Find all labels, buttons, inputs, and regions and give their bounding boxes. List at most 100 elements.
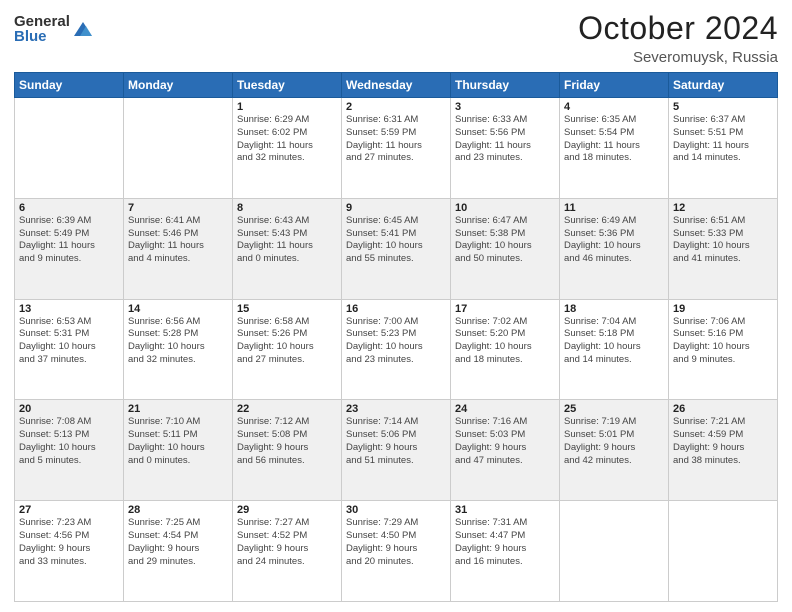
day-info: Sunrise: 7:02 AMSunset: 5:20 PMDaylight:… — [455, 316, 555, 367]
calendar-cell: 23Sunrise: 7:14 AMSunset: 5:06 PMDayligh… — [342, 400, 451, 501]
day-number: 10 — [455, 202, 555, 214]
day-number: 5 — [673, 101, 773, 113]
calendar-cell — [560, 501, 669, 602]
day-info: Sunrise: 6:39 AMSunset: 5:49 PMDaylight:… — [19, 215, 119, 266]
day-info: Sunrise: 6:43 AMSunset: 5:43 PMDaylight:… — [237, 215, 337, 266]
day-info: Sunrise: 6:35 AMSunset: 5:54 PMDaylight:… — [564, 114, 664, 165]
calendar-cell: 30Sunrise: 7:29 AMSunset: 4:50 PMDayligh… — [342, 501, 451, 602]
day-number: 28 — [128, 504, 228, 516]
day-number: 1 — [237, 101, 337, 113]
calendar-cell: 8Sunrise: 6:43 AMSunset: 5:43 PMDaylight… — [233, 198, 342, 299]
day-number: 3 — [455, 101, 555, 113]
day-number: 6 — [19, 202, 119, 214]
day-number: 19 — [673, 303, 773, 315]
logo: General Blue — [14, 14, 94, 44]
calendar-cell: 5Sunrise: 6:37 AMSunset: 5:51 PMDaylight… — [669, 98, 778, 199]
calendar-header-sunday: Sunday — [15, 73, 124, 98]
day-number: 13 — [19, 303, 119, 315]
day-info: Sunrise: 6:58 AMSunset: 5:26 PMDaylight:… — [237, 316, 337, 367]
calendar-header-wednesday: Wednesday — [342, 73, 451, 98]
calendar-cell: 2Sunrise: 6:31 AMSunset: 5:59 PMDaylight… — [342, 98, 451, 199]
calendar-cell: 24Sunrise: 7:16 AMSunset: 5:03 PMDayligh… — [451, 400, 560, 501]
day-number: 2 — [346, 101, 446, 113]
calendar: SundayMondayTuesdayWednesdayThursdayFrid… — [14, 72, 778, 602]
logo-blue: Blue — [14, 29, 70, 44]
day-info: Sunrise: 7:08 AMSunset: 5:13 PMDaylight:… — [19, 416, 119, 467]
day-number: 24 — [455, 403, 555, 415]
calendar-cell: 11Sunrise: 6:49 AMSunset: 5:36 PMDayligh… — [560, 198, 669, 299]
calendar-cell: 27Sunrise: 7:23 AMSunset: 4:56 PMDayligh… — [15, 501, 124, 602]
day-number: 4 — [564, 101, 664, 113]
day-number: 9 — [346, 202, 446, 214]
day-number: 20 — [19, 403, 119, 415]
day-info: Sunrise: 7:00 AMSunset: 5:23 PMDaylight:… — [346, 316, 446, 367]
calendar-cell: 4Sunrise: 6:35 AMSunset: 5:54 PMDaylight… — [560, 98, 669, 199]
calendar-cell: 29Sunrise: 7:27 AMSunset: 4:52 PMDayligh… — [233, 501, 342, 602]
location: Severomuysk, Russia — [578, 49, 778, 66]
calendar-cell: 25Sunrise: 7:19 AMSunset: 5:01 PMDayligh… — [560, 400, 669, 501]
calendar-cell: 31Sunrise: 7:31 AMSunset: 4:47 PMDayligh… — [451, 501, 560, 602]
calendar-cell: 7Sunrise: 6:41 AMSunset: 5:46 PMDaylight… — [124, 198, 233, 299]
calendar-cell: 14Sunrise: 6:56 AMSunset: 5:28 PMDayligh… — [124, 299, 233, 400]
day-info: Sunrise: 7:25 AMSunset: 4:54 PMDaylight:… — [128, 517, 228, 568]
calendar-header-tuesday: Tuesday — [233, 73, 342, 98]
calendar-cell: 1Sunrise: 6:29 AMSunset: 6:02 PMDaylight… — [233, 98, 342, 199]
day-info: Sunrise: 6:47 AMSunset: 5:38 PMDaylight:… — [455, 215, 555, 266]
day-info: Sunrise: 6:49 AMSunset: 5:36 PMDaylight:… — [564, 215, 664, 266]
calendar-cell: 3Sunrise: 6:33 AMSunset: 5:56 PMDaylight… — [451, 98, 560, 199]
calendar-week-3: 13Sunrise: 6:53 AMSunset: 5:31 PMDayligh… — [15, 299, 778, 400]
day-number: 22 — [237, 403, 337, 415]
calendar-cell: 21Sunrise: 7:10 AMSunset: 5:11 PMDayligh… — [124, 400, 233, 501]
title-area: October 2024 Severomuysk, Russia — [578, 10, 778, 66]
calendar-header-thursday: Thursday — [451, 73, 560, 98]
calendar-header-row: SundayMondayTuesdayWednesdayThursdayFrid… — [15, 73, 778, 98]
day-info: Sunrise: 6:41 AMSunset: 5:46 PMDaylight:… — [128, 215, 228, 266]
calendar-cell: 13Sunrise: 6:53 AMSunset: 5:31 PMDayligh… — [15, 299, 124, 400]
day-info: Sunrise: 7:23 AMSunset: 4:56 PMDaylight:… — [19, 517, 119, 568]
calendar-cell: 16Sunrise: 7:00 AMSunset: 5:23 PMDayligh… — [342, 299, 451, 400]
day-info: Sunrise: 7:27 AMSunset: 4:52 PMDaylight:… — [237, 517, 337, 568]
logo-text: General Blue — [14, 14, 70, 44]
month-title: October 2024 — [578, 10, 778, 47]
calendar-cell: 15Sunrise: 6:58 AMSunset: 5:26 PMDayligh… — [233, 299, 342, 400]
day-number: 7 — [128, 202, 228, 214]
header: General Blue October 2024 Severomuysk, R… — [14, 10, 778, 66]
day-info: Sunrise: 7:10 AMSunset: 5:11 PMDaylight:… — [128, 416, 228, 467]
calendar-cell — [669, 501, 778, 602]
day-info: Sunrise: 6:51 AMSunset: 5:33 PMDaylight:… — [673, 215, 773, 266]
calendar-cell: 6Sunrise: 6:39 AMSunset: 5:49 PMDaylight… — [15, 198, 124, 299]
day-info: Sunrise: 7:19 AMSunset: 5:01 PMDaylight:… — [564, 416, 664, 467]
day-info: Sunrise: 7:31 AMSunset: 4:47 PMDaylight:… — [455, 517, 555, 568]
page: General Blue October 2024 Severomuysk, R… — [0, 0, 792, 612]
day-number: 17 — [455, 303, 555, 315]
day-info: Sunrise: 6:45 AMSunset: 5:41 PMDaylight:… — [346, 215, 446, 266]
day-number: 29 — [237, 504, 337, 516]
calendar-cell: 19Sunrise: 7:06 AMSunset: 5:16 PMDayligh… — [669, 299, 778, 400]
day-number: 11 — [564, 202, 664, 214]
calendar-cell — [15, 98, 124, 199]
day-info: Sunrise: 7:12 AMSunset: 5:08 PMDaylight:… — [237, 416, 337, 467]
calendar-header-saturday: Saturday — [669, 73, 778, 98]
day-number: 23 — [346, 403, 446, 415]
calendar-week-1: 1Sunrise: 6:29 AMSunset: 6:02 PMDaylight… — [15, 98, 778, 199]
calendar-cell: 17Sunrise: 7:02 AMSunset: 5:20 PMDayligh… — [451, 299, 560, 400]
day-info: Sunrise: 7:16 AMSunset: 5:03 PMDaylight:… — [455, 416, 555, 467]
day-info: Sunrise: 7:29 AMSunset: 4:50 PMDaylight:… — [346, 517, 446, 568]
calendar-cell: 22Sunrise: 7:12 AMSunset: 5:08 PMDayligh… — [233, 400, 342, 501]
day-info: Sunrise: 6:53 AMSunset: 5:31 PMDaylight:… — [19, 316, 119, 367]
day-info: Sunrise: 7:21 AMSunset: 4:59 PMDaylight:… — [673, 416, 773, 467]
calendar-week-4: 20Sunrise: 7:08 AMSunset: 5:13 PMDayligh… — [15, 400, 778, 501]
logo-general: General — [14, 14, 70, 29]
day-number: 16 — [346, 303, 446, 315]
day-number: 27 — [19, 504, 119, 516]
day-info: Sunrise: 6:56 AMSunset: 5:28 PMDaylight:… — [128, 316, 228, 367]
logo-icon — [72, 18, 94, 40]
calendar-header-friday: Friday — [560, 73, 669, 98]
day-info: Sunrise: 7:04 AMSunset: 5:18 PMDaylight:… — [564, 316, 664, 367]
calendar-cell: 26Sunrise: 7:21 AMSunset: 4:59 PMDayligh… — [669, 400, 778, 501]
day-number: 14 — [128, 303, 228, 315]
day-info: Sunrise: 7:14 AMSunset: 5:06 PMDaylight:… — [346, 416, 446, 467]
day-info: Sunrise: 7:06 AMSunset: 5:16 PMDaylight:… — [673, 316, 773, 367]
day-number: 8 — [237, 202, 337, 214]
calendar-cell: 12Sunrise: 6:51 AMSunset: 5:33 PMDayligh… — [669, 198, 778, 299]
